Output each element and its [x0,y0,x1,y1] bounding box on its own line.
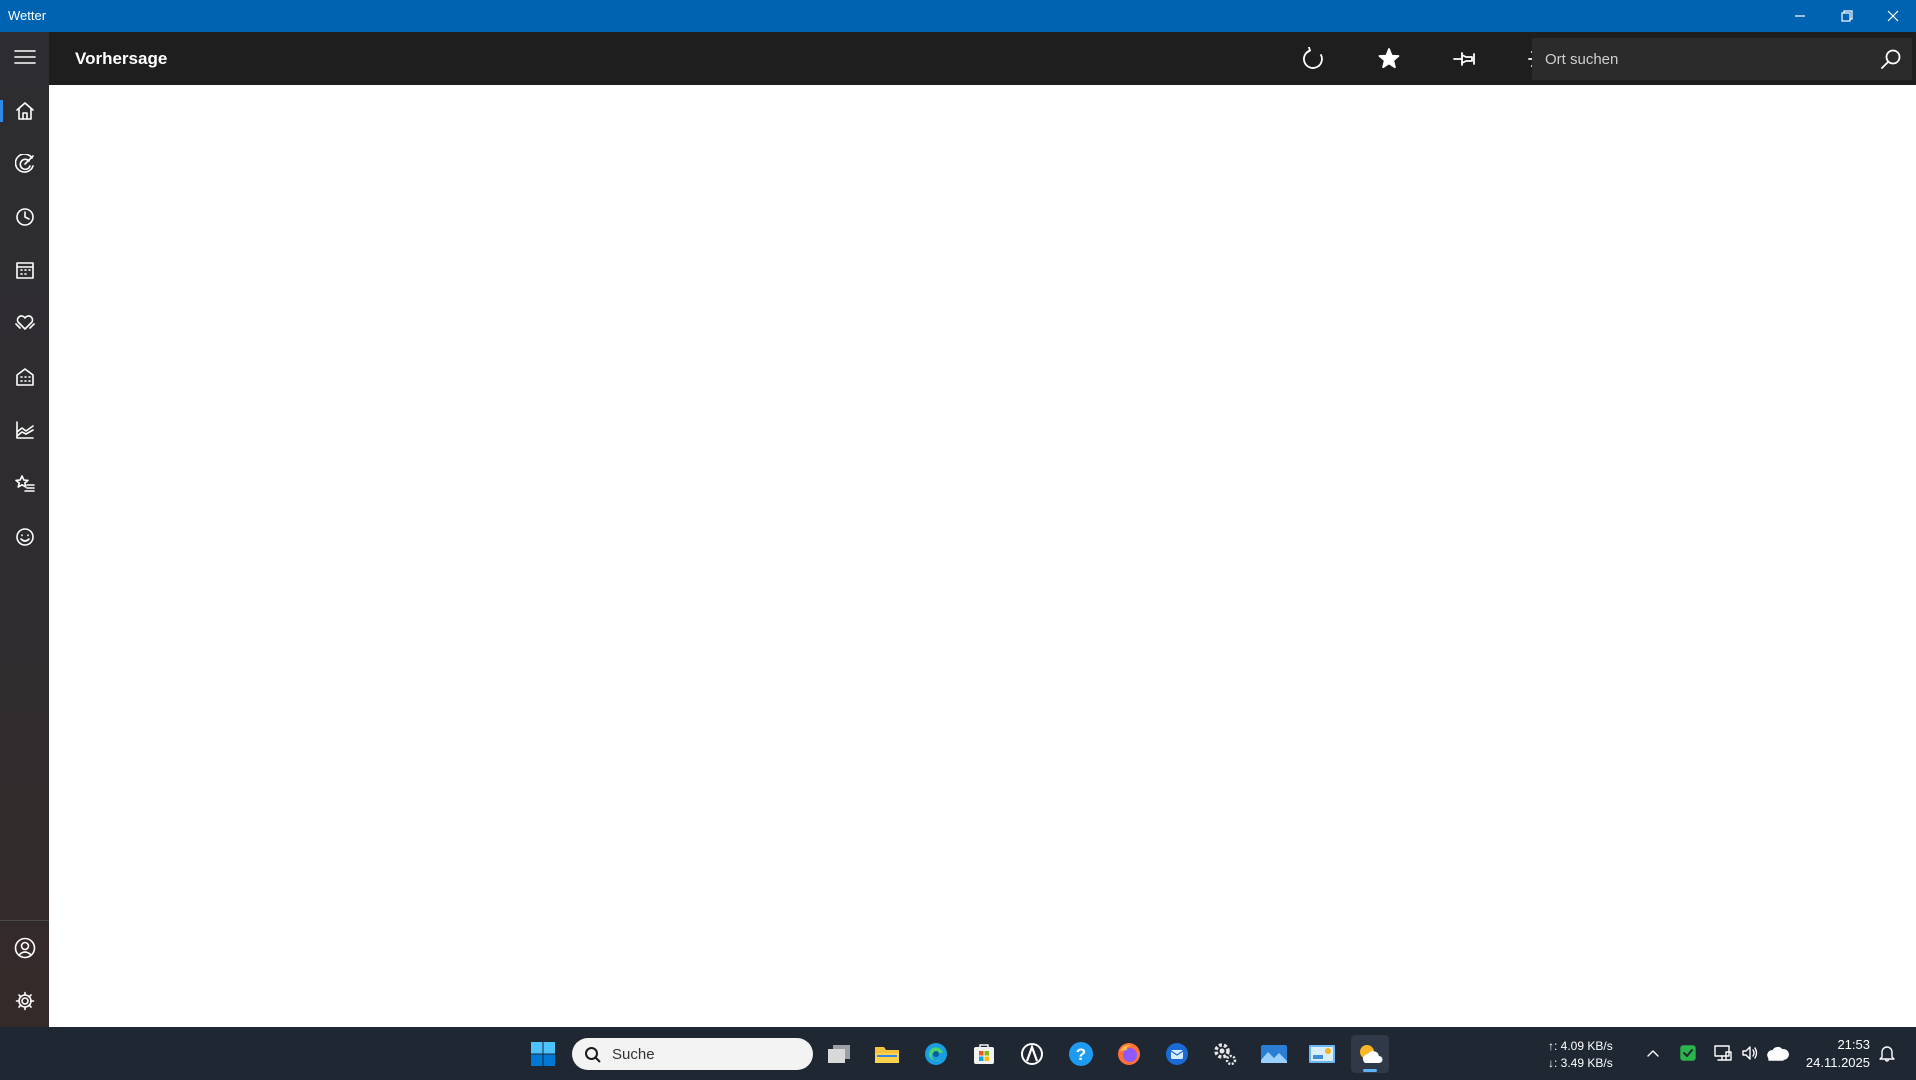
notifications-button[interactable] [1875,1041,1899,1065]
sidebar-item-feedback[interactable] [0,512,49,562]
network-icon [1714,1045,1732,1061]
network-download-speed: ↓: 3.49 KB/s [1548,1056,1613,1070]
hamburger-menu-icon [13,50,36,64]
sidebar-item-settings[interactable] [0,976,49,1026]
taskbar-edge[interactable] [917,1035,955,1073]
taskbar-task-view[interactable] [820,1035,858,1073]
thunderbird-icon [1166,1043,1188,1065]
page-title: Vorhersage [75,49,168,68]
forecast-content-area [49,85,1916,1027]
pin-icon [1453,51,1475,66]
restore-icon [1841,10,1853,22]
taskbar-settings[interactable] [1206,1035,1244,1073]
close-icon [1887,10,1899,22]
svg-text:?: ? [1076,1045,1086,1064]
taskbar-control-panel[interactable] [1303,1035,1341,1073]
home-icon [15,102,34,120]
tray-network[interactable] [1711,1041,1735,1065]
taskbar: Suche ? ↑: 4.09 KB/s ↓: 3.49 KB/s 21:53 … [0,1027,1916,1080]
network-upload-speed: ↑: 4.09 KB/s [1548,1039,1613,1053]
location-search-input[interactable] [1532,38,1852,80]
calendar-icon [15,262,34,279]
location-search-box [1532,38,1912,80]
tray-overflow-button[interactable] [1641,1041,1665,1065]
security-check-icon [1680,1045,1696,1061]
chevron-up-icon [1647,1050,1659,1057]
taskbar-thunderbird[interactable] [1158,1035,1196,1073]
sidebar-item-account[interactable] [0,923,49,973]
favorite-button[interactable] [1359,32,1419,85]
speaker-icon [1742,1046,1758,1060]
title-bar: Wetter [0,0,1916,32]
taskbar-weather[interactable] [1351,1035,1389,1073]
minimize-icon [1795,15,1805,17]
cloud-drive-icon [1767,1046,1789,1061]
network-speed: ↑: 4.09 KB/s ↓: 3.49 KB/s [1548,1038,1613,1072]
taskbar-firefox[interactable] [1110,1035,1148,1073]
taskbar-search[interactable]: Suche [572,1038,813,1070]
file-explorer-icon [875,1047,899,1063]
store-icon [974,1044,994,1064]
close-button[interactable] [1870,0,1916,32]
sidebar-item-hourly[interactable] [0,192,49,242]
taskbar-app[interactable] [1013,1035,1051,1073]
sidebar-item-buildings[interactable] [0,352,49,402]
taskbar-help[interactable]: ? [1062,1035,1100,1073]
heart-hands-icon [14,315,35,330]
clock-icon [15,208,34,226]
clock-time: 21:53 [1837,1037,1870,1052]
tray-onedrive[interactable] [1766,1041,1790,1065]
settings-icon [1214,1043,1237,1066]
tray-volume[interactable] [1738,1041,1762,1065]
window-title: Wetter [8,8,47,23]
restore-button[interactable] [1824,0,1870,32]
radar-icon [14,154,34,173]
search-icon [585,1047,601,1063]
task-view-icon [828,1045,850,1063]
minimize-button[interactable] [1777,0,1823,32]
sidebar-item-forecast[interactable] [0,86,49,136]
app-icon [1021,1043,1043,1065]
firefox-icon [1118,1043,1140,1065]
refresh-button[interactable] [1284,32,1344,85]
gear-icon [15,991,34,1011]
control-panel-icon [1309,1045,1335,1063]
sidebar-item-favorites[interactable] [0,459,49,509]
sidebar-item-historical[interactable] [0,405,49,455]
taskbar-search-placeholder: Suche [612,1046,655,1063]
search-icon [1881,49,1901,69]
building-icon [15,368,34,386]
search-button[interactable] [1874,42,1908,76]
chart-icon [15,421,34,439]
refresh-icon [1303,46,1323,69]
taskbar-file-explorer[interactable] [868,1035,906,1073]
sidebar-item-monthly[interactable] [0,245,49,295]
smiley-icon [15,528,34,546]
edge-icon [925,1043,947,1065]
hamburger-menu-button[interactable] [0,32,49,82]
taskbar-store[interactable] [965,1035,1003,1073]
help-icon: ? [1069,1042,1093,1066]
sidebar-divider [0,920,49,921]
person-icon [14,937,35,959]
taskbar-clock[interactable]: 21:53 24.11.2025 [1800,1036,1870,1072]
tray-security[interactable] [1676,1041,1700,1065]
start-button[interactable] [524,1035,562,1073]
star-list-icon [14,475,35,492]
photos-icon [1261,1045,1287,1063]
weather-icon [1360,1045,1383,1063]
pin-button[interactable] [1435,32,1495,85]
star-icon [1378,47,1400,68]
taskbar-photos[interactable] [1255,1035,1293,1073]
sidebar-item-life[interactable] [0,298,49,348]
sidebar-item-maps[interactable] [0,139,49,189]
sidebar [0,32,49,1027]
bell-icon [1879,1046,1895,1062]
windows-start-icon [531,1042,555,1066]
clock-date: 24.11.2025 [1805,1055,1870,1070]
